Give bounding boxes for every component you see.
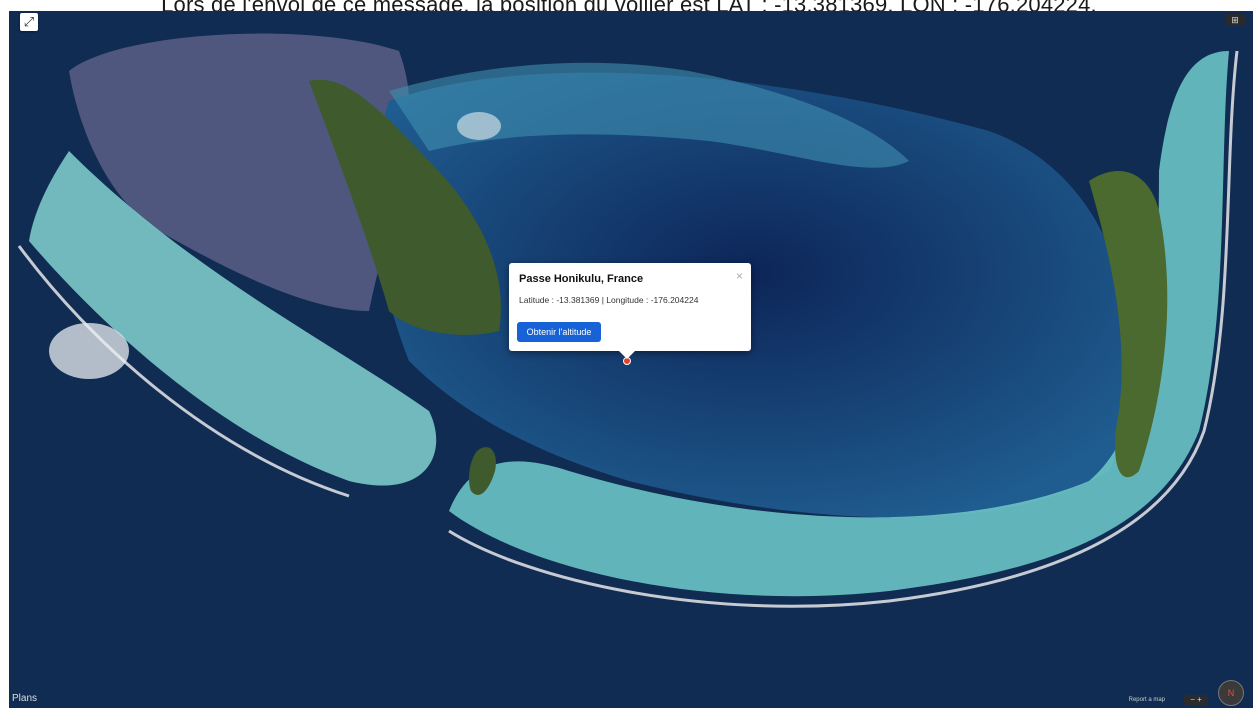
map-mode-icon[interactable]: ⊞	[1225, 14, 1245, 26]
expand-arrows-icon[interactable]: ⤢	[20, 13, 38, 31]
close-icon[interactable]: ×	[736, 269, 743, 283]
zoom-control[interactable]: − +	[1184, 695, 1208, 705]
popup-coordinates: Latitude : -13.381369 | Longitude : -176…	[519, 295, 699, 305]
location-popup: Passe Honikulu, France × Latitude : -13.…	[509, 263, 751, 359]
satellite-map[interactable]: ⤢ ⊞ Passe Honikulu, France × Latitude : …	[9, 11, 1253, 708]
maps-attribution[interactable]: Plans	[12, 693, 37, 704]
attribution-label: Plans	[12, 693, 38, 704]
get-altitude-button[interactable]: Obtenir l'altitude	[517, 322, 601, 342]
report-map-link[interactable]: Report a map	[1129, 697, 1165, 703]
popup-title: Passe Honikulu, France	[519, 273, 644, 285]
map-imagery	[9, 11, 1253, 708]
compass-icon[interactable]: N	[1218, 680, 1244, 706]
